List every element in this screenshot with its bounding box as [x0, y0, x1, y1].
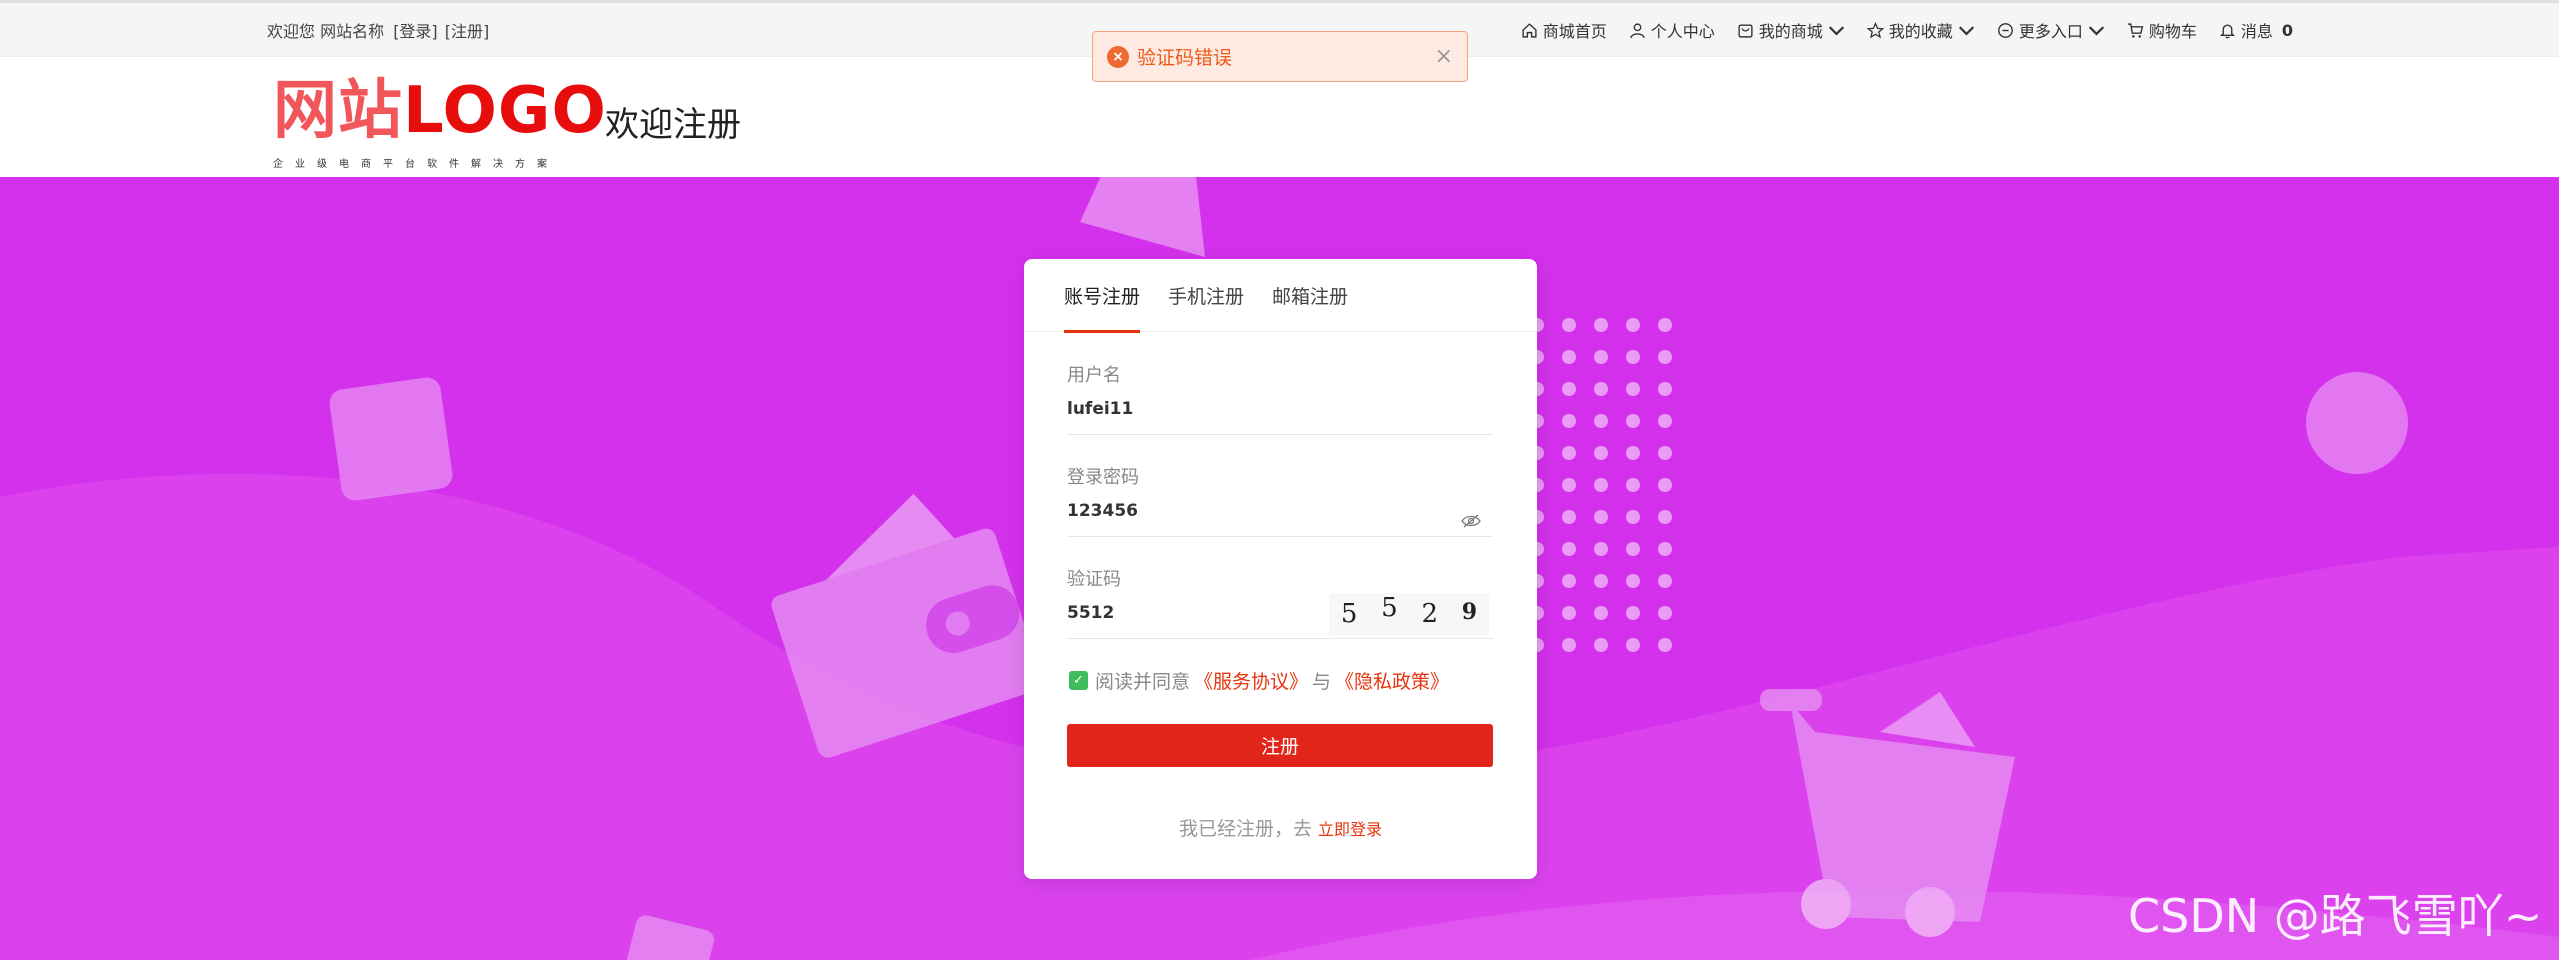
register-link[interactable]: [注册] — [445, 22, 490, 41]
nav-favorites-label: 我的收藏 — [1888, 22, 1953, 41]
chevron-down-icon — [1958, 25, 1974, 35]
site-logo[interactable]: 网站LOGO 企业级电商平台软件解决方案 — [273, 79, 607, 170]
alert-close-button[interactable]: × — [1435, 44, 1453, 69]
password-label: 登录密码 — [1067, 467, 1139, 488]
shop-icon — [1738, 23, 1753, 38]
login-now-link[interactable]: 立即登录 — [1318, 820, 1382, 839]
username-field[interactable]: 用户名 lufei11 — [1067, 361, 1493, 435]
register-button[interactable]: 注册 — [1067, 724, 1493, 767]
watermark: CSDN @路飞雪吖~ — [2128, 889, 2543, 943]
top-nav: 商城首页 个人中心 我的商城 我的收藏 更多入口 购物车 消息 0 — [1521, 18, 2293, 42]
user-icon — [1630, 22, 1645, 38]
agreement-row: ✓ 阅读并同意 《服务协议》 与 《隐私政策》 — [1069, 667, 1453, 694]
login-prompt-text: 我已经注册，去 — [1178, 818, 1312, 840]
welcome-label: 欢迎您 网站名称 — [267, 22, 385, 41]
terms-link[interactable]: 《服务协议》 — [1194, 667, 1308, 694]
agree-and: 与 — [1312, 671, 1332, 693]
error-icon: × — [1107, 45, 1129, 68]
nav-cart-label: 购物车 — [2148, 22, 2197, 41]
nav-my-shop[interactable]: 我的商城 — [1737, 18, 1845, 42]
page-title: 欢迎注册 — [605, 105, 741, 145]
captcha-field[interactable]: 验证码 5512 5 5 2 9 — [1067, 565, 1493, 639]
welcome-text: 欢迎您 网站名称 [登录] [注册] — [267, 18, 493, 42]
nav-more-label: 更多入口 — [2018, 22, 2083, 41]
register-tabs: 账号注册 手机注册 邮箱注册 — [1024, 259, 1537, 333]
nav-messages-label: 消息 — [2240, 22, 2273, 41]
chevron-down-icon — [2088, 25, 2104, 35]
logo-text: 网站LOGO — [273, 79, 607, 143]
error-alert: × 验证码错误 × — [1092, 31, 1468, 82]
agree-prefix: 阅读并同意 — [1095, 671, 1191, 693]
username-input[interactable]: lufei11 — [1067, 399, 1493, 419]
login-prompt: 我已经注册，去 立即登录 — [1024, 814, 1537, 841]
nav-favorites[interactable]: 我的收藏 — [1866, 18, 1975, 42]
agree-checkbox[interactable]: ✓ — [1069, 671, 1088, 690]
captcha-char: 5 — [1381, 593, 1398, 623]
privacy-link[interactable]: 《隐私政策》 — [1335, 667, 1449, 694]
nav-my-shop-label: 我的商城 — [1758, 22, 1823, 41]
message-count-badge: 0 — [2281, 20, 2293, 40]
captcha-image[interactable]: 5 5 2 9 — [1329, 593, 1489, 635]
nav-more[interactable]: 更多入口 — [1997, 18, 2105, 42]
more-icon — [1997, 22, 2013, 38]
password-field[interactable]: 登录密码 123456 — [1067, 463, 1493, 537]
home-icon — [1522, 22, 1537, 38]
logo-cn: 网站 — [273, 74, 403, 148]
bell-icon — [2219, 23, 2235, 38]
nav-user-center[interactable]: 个人中心 — [1629, 18, 1715, 42]
nav-home-label: 商城首页 — [1542, 22, 1607, 41]
register-card: 账号注册 手机注册 邮箱注册 用户名 lufei11 登录密码 123456 验… — [1024, 259, 1537, 879]
nav-messages[interactable]: 消息 0 — [2219, 18, 2293, 42]
login-link[interactable]: [登录] — [393, 22, 438, 41]
logo-en: LOGO — [403, 74, 607, 148]
tab-account-register[interactable]: 账号注册 — [1064, 259, 1141, 333]
star-icon — [1866, 21, 1884, 38]
alert-message: 验证码错误 — [1137, 47, 1233, 69]
captcha-char: 2 — [1421, 599, 1439, 629]
cart-icon — [2127, 22, 2144, 38]
password-input[interactable]: 123456 — [1067, 501, 1493, 521]
tab-email-register[interactable]: 邮箱注册 — [1272, 259, 1348, 332]
tab-phone-register[interactable]: 手机注册 — [1168, 259, 1244, 332]
eye-toggle-icon[interactable] — [1461, 513, 1481, 529]
username-label: 用户名 — [1067, 365, 1121, 386]
logo-subtitle: 企业级电商平台软件解决方案 — [273, 159, 559, 170]
chevron-down-icon — [1828, 25, 1844, 35]
nav-user-label: 个人中心 — [1650, 22, 1715, 41]
captcha-label: 验证码 — [1067, 569, 1121, 590]
nav-cart[interactable]: 购物车 — [2127, 18, 2197, 42]
captcha-char: 5 — [1340, 599, 1358, 629]
captcha-char: 9 — [1461, 599, 1478, 625]
nav-home[interactable]: 商城首页 — [1521, 18, 1607, 42]
